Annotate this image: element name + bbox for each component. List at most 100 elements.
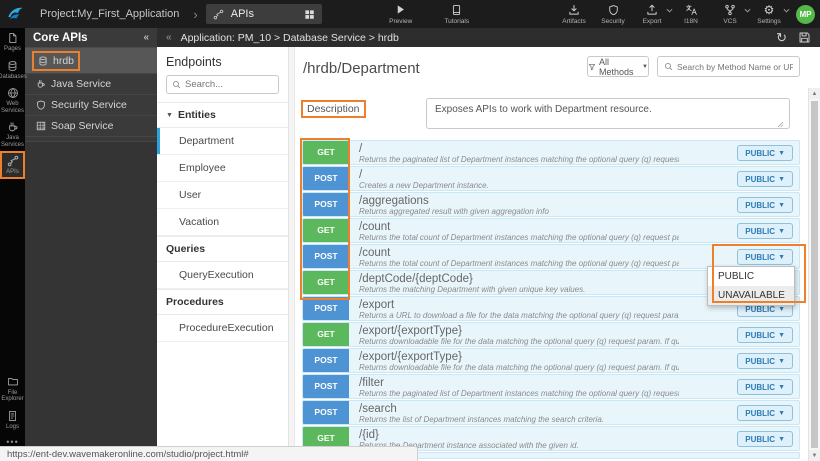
sidebar-item-java-services[interactable]: Java Services xyxy=(0,117,25,151)
vcs-button[interactable]: VCS xyxy=(715,4,745,25)
artifacts-button[interactable]: Artifacts xyxy=(559,4,589,25)
panel-gutter xyxy=(289,47,295,461)
access-dropdown-button[interactable]: PUBLIC ▼ xyxy=(737,405,793,421)
globe-icon xyxy=(7,87,19,99)
service-item-soap-service[interactable]: Soap Service xyxy=(25,116,157,137)
preview-button[interactable]: Preview xyxy=(386,4,416,25)
tab-apis-label: APIs xyxy=(231,8,254,20)
save-icon[interactable] xyxy=(798,31,811,44)
sidebar-item-web-services[interactable]: Web Services xyxy=(0,83,25,117)
access-dropdown-button[interactable]: PUBLIC ▼ xyxy=(737,353,793,369)
folder-icon xyxy=(7,376,19,388)
section-label: Procedures xyxy=(166,296,224,308)
status-url-tooltip: https://ent-dev.wavemakeronline.com/stud… xyxy=(0,446,418,461)
description-label: Description xyxy=(301,100,366,118)
rail-label: Web Services xyxy=(0,101,25,114)
scroll-down-icon[interactable]: ▼ xyxy=(809,450,820,461)
user-avatar[interactable]: MP xyxy=(796,5,815,24)
endpoint-description: Returns downloadable file for the data m… xyxy=(359,363,679,372)
access-label: PUBLIC xyxy=(745,201,775,210)
description-textarea[interactable]: Exposes APIs to work with Department res… xyxy=(426,98,790,129)
access-dropdown-button[interactable]: PUBLIC ▼ xyxy=(737,327,793,343)
access-label: PUBLIC xyxy=(745,253,775,262)
endpoint-item-employee[interactable]: Employee xyxy=(157,155,288,182)
method-badge: POST xyxy=(303,349,349,372)
tutorials-button[interactable]: Tutorials xyxy=(442,4,472,25)
sidebar-item-file-explorer[interactable]: File Explorer xyxy=(0,372,25,406)
sidebar-item-databases[interactable]: Databases xyxy=(0,56,25,84)
method-badge: GET xyxy=(303,219,349,242)
endpoint-info: /export/{exportType} Returns downloadabl… xyxy=(349,349,799,372)
method-search[interactable] xyxy=(657,56,800,77)
sidebar-item-logs[interactable]: Logs xyxy=(0,406,25,434)
method-badge: GET xyxy=(303,323,349,346)
endpoint-item-department[interactable]: Department xyxy=(157,128,288,155)
method-search-input[interactable] xyxy=(677,62,793,72)
menu-option-public[interactable]: PUBLIC xyxy=(708,267,794,286)
endpoints-panel: Endpoints ▼ Entities Department Employee… xyxy=(157,47,289,461)
endpoint-item-procedureexecution[interactable]: ProcedureExecution xyxy=(157,315,288,342)
endpoint-description: Returns the total count of Department in… xyxy=(359,233,679,242)
sidebar-item-pages[interactable]: Pages xyxy=(0,28,25,56)
settings-label: Settings xyxy=(757,18,781,25)
endpoint-item-queryexecution[interactable]: QueryExecution xyxy=(157,262,288,289)
endpoint-item-user[interactable]: User xyxy=(157,182,288,209)
page-icon xyxy=(7,32,18,44)
access-dropdown-button[interactable]: PUBLIC ▼ xyxy=(737,379,793,395)
endpoints-search-input[interactable] xyxy=(185,79,271,90)
caret-down-icon: ▼ xyxy=(778,150,785,157)
tab-apis[interactable]: APIs xyxy=(206,4,322,24)
filter-icon xyxy=(588,63,596,71)
access-dropdown-button[interactable]: PUBLIC ▼ xyxy=(737,431,793,447)
sidebar-item-apis[interactable]: APIs xyxy=(0,151,25,179)
caret-down-icon: ▼ xyxy=(778,358,785,365)
service-item-java-service[interactable]: Java Service xyxy=(25,74,157,95)
access-label: PUBLIC xyxy=(745,149,775,158)
artifacts-label: Artifacts xyxy=(562,18,585,25)
scroll-up-icon[interactable]: ▲ xyxy=(809,88,820,99)
export-label: Export xyxy=(643,18,662,25)
collapse-panel-icon[interactable]: « xyxy=(166,32,172,43)
wavemaker-logo-icon[interactable] xyxy=(0,5,30,23)
vertical-scrollbar[interactable]: ▲ ▼ xyxy=(808,88,820,461)
endpoints-search[interactable] xyxy=(166,75,279,94)
section-entities[interactable]: ▼ Entities xyxy=(157,102,288,128)
access-dropdown-button[interactable]: PUBLIC ▼ xyxy=(737,171,793,187)
endpoint-info: / Creates a new Department instance. xyxy=(349,167,799,190)
settings-button[interactable]: ⚙ Settings xyxy=(754,4,784,25)
chevron-right-icon[interactable]: › xyxy=(193,7,197,22)
endpoint-item-vacation[interactable]: Vacation xyxy=(157,209,288,236)
endpoint-path: /deptCode/{deptCode} xyxy=(359,273,679,285)
api-row: POST / Creates a new Department instance… xyxy=(302,166,800,191)
caret-down-icon: ▼ xyxy=(778,306,785,313)
service-item-hrdb[interactable]: hrdb xyxy=(25,48,157,74)
export-button[interactable]: Export xyxy=(637,4,667,25)
rail-label: APIs xyxy=(6,169,19,176)
collapse-panel-icon[interactable]: « xyxy=(143,32,149,43)
endpoint-path: /search xyxy=(359,403,679,415)
api-row: GET / Returns the paginated list of Depa… xyxy=(302,140,800,165)
security-button[interactable]: Security xyxy=(598,4,628,25)
section-queries[interactable]: Queries xyxy=(157,236,288,262)
method-badge: POST xyxy=(303,297,349,320)
access-dropdown-button[interactable]: PUBLIC ▼ xyxy=(737,197,793,213)
refresh-icon[interactable]: ↻ xyxy=(776,31,787,44)
grid-icon[interactable] xyxy=(304,9,315,20)
api-row: POST /aggregations Returns aggregated re… xyxy=(302,192,800,217)
section-label: Queries xyxy=(166,243,205,255)
service-item-security-service[interactable]: Security Service xyxy=(25,95,157,116)
access-dropdown-button[interactable]: PUBLIC ▼ xyxy=(737,249,793,265)
top-bar: Project:My_First_Application › APIs Prev… xyxy=(0,0,820,28)
access-dropdown-button[interactable]: PUBLIC ▼ xyxy=(737,223,793,239)
section-procedures[interactable]: Procedures xyxy=(157,289,288,315)
caret-down-icon: ▼ xyxy=(778,254,785,261)
scrollbar-thumb[interactable] xyxy=(811,101,818,448)
access-label: PUBLIC xyxy=(745,357,775,366)
endpoint-description: Returns the total count of Department in… xyxy=(359,259,679,268)
methods-filter-dropdown[interactable]: All Methods ▼ xyxy=(587,56,649,77)
menu-option-unavailable[interactable]: UNAVAILABLE xyxy=(708,286,794,305)
project-name[interactable]: Project:My_First_Application xyxy=(40,8,179,20)
core-panel-empty-area xyxy=(25,141,157,461)
access-dropdown-button[interactable]: PUBLIC ▼ xyxy=(737,145,793,161)
i18n-button[interactable]: I18N xyxy=(676,4,706,25)
